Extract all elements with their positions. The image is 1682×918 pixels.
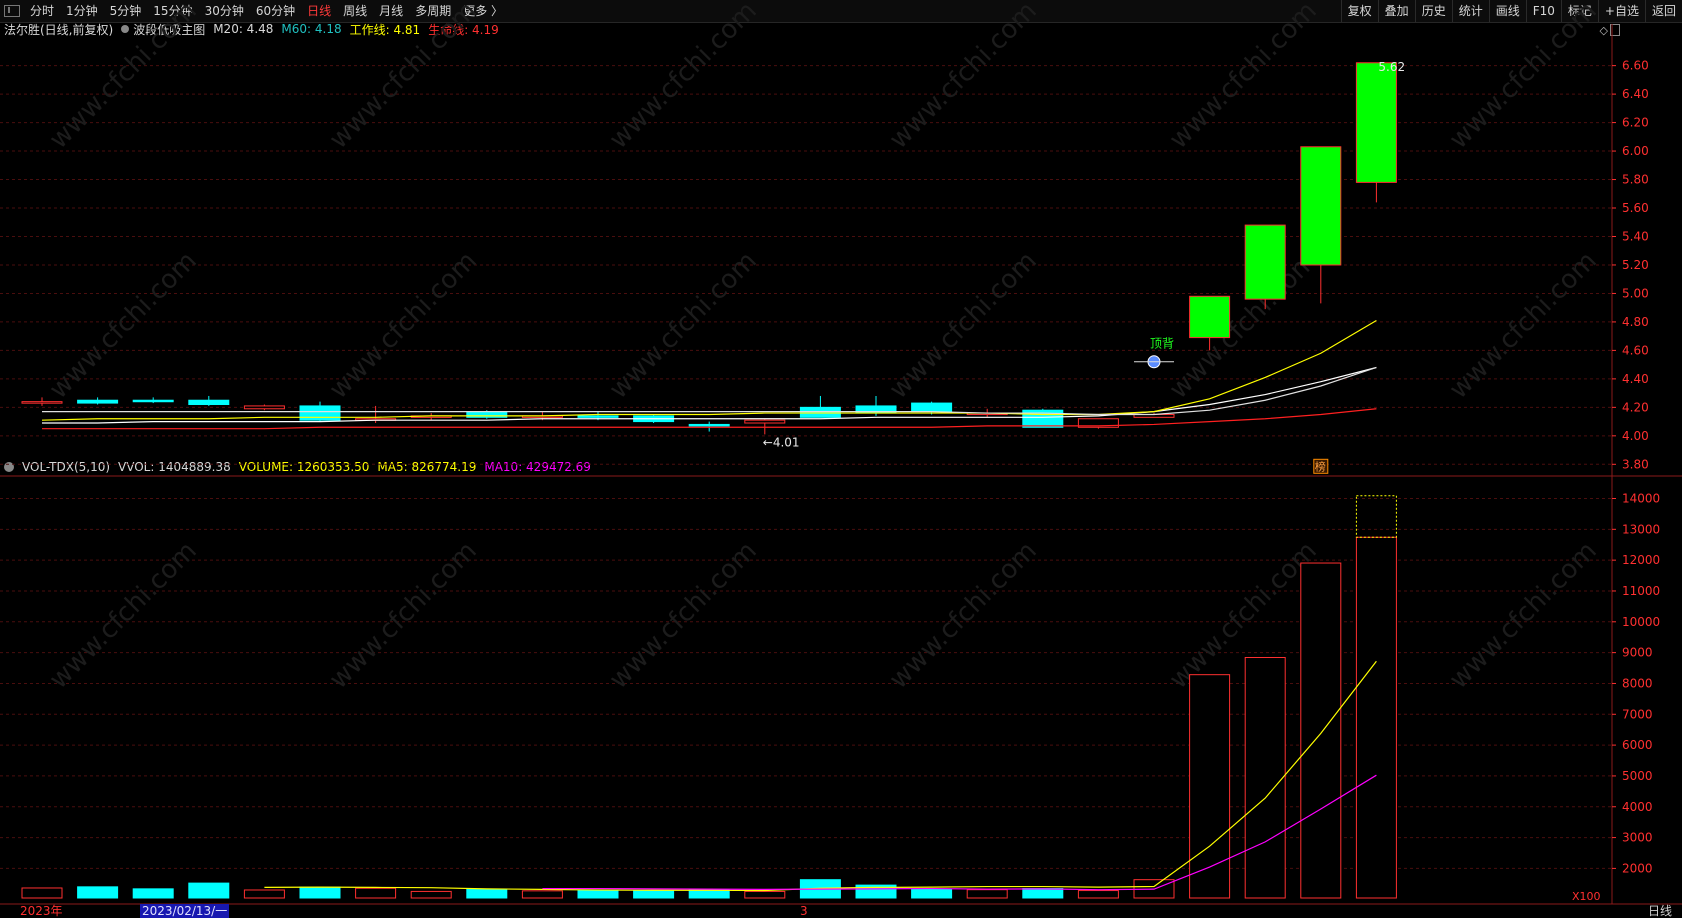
volume-bar bbox=[744, 890, 786, 899]
watermark-text: www.cfchi.com bbox=[604, 536, 763, 695]
candle-body bbox=[1300, 146, 1342, 266]
status-bar: 2023年 2023/02/13/一 3 日线 bbox=[0, 904, 1682, 918]
volume-bar bbox=[466, 888, 508, 899]
grid bbox=[0, 24, 1682, 905]
candle-body bbox=[744, 419, 786, 424]
kline-chart[interactable]: www.cfchi.com www.cfchi.com www.cfchi.com w… bbox=[0, 0, 1682, 918]
volume-tick-label: 13000 bbox=[1622, 522, 1660, 536]
volume-tick-label: 9000 bbox=[1622, 646, 1653, 660]
cursor-date: 2023/02/13/一 bbox=[140, 904, 230, 918]
vvol-projection bbox=[1355, 495, 1397, 538]
volume-bar bbox=[966, 889, 1008, 899]
candle-body bbox=[799, 406, 841, 418]
volume-bar bbox=[1189, 674, 1231, 899]
low-price-label: ←4.01 bbox=[763, 435, 800, 449]
volume-unit-label: X100 bbox=[1572, 890, 1601, 903]
volume-bar bbox=[1300, 562, 1342, 899]
volume-tick-label: 7000 bbox=[1622, 707, 1653, 721]
volume-tick-label: 11000 bbox=[1622, 584, 1660, 598]
candle-body bbox=[188, 399, 230, 406]
volume-bar bbox=[355, 887, 397, 899]
volume-bar bbox=[77, 886, 119, 899]
watermark-text: www.cfchi.com bbox=[1444, 0, 1603, 155]
volume-bar bbox=[188, 882, 230, 899]
watermark-text: www.cfchi.com bbox=[44, 246, 203, 405]
volume-bar bbox=[1244, 657, 1286, 899]
period-label[interactable]: 日线 bbox=[1648, 904, 1672, 918]
price-axis: 6.60 6.40 6.20 6.00 5.80 5.60 5.40 5.20 5.00 4.80… bbox=[1612, 59, 1660, 875]
watermark-text: www.cfchi.com bbox=[884, 0, 1043, 155]
volume-bar bbox=[243, 889, 285, 899]
watermark-text: www.cfchi.com bbox=[1164, 246, 1323, 405]
candle-body bbox=[1189, 295, 1231, 339]
watermark-text: www.cfchi.com bbox=[324, 246, 483, 405]
candle-body bbox=[911, 402, 953, 413]
month-mark: 3 bbox=[800, 904, 808, 918]
price-tick-label: 6.00 bbox=[1622, 144, 1649, 158]
volume-bar bbox=[299, 886, 341, 899]
price-tick-label: 6.40 bbox=[1622, 87, 1649, 101]
price-tick-label: 4.00 bbox=[1622, 429, 1649, 443]
price-tick-label: 4.80 bbox=[1622, 315, 1649, 329]
volume-bar bbox=[132, 888, 174, 899]
price-tick-label: 4.60 bbox=[1622, 343, 1649, 357]
volume-bar bbox=[21, 887, 63, 899]
volume-bar bbox=[410, 890, 452, 899]
volume-tick-label: 2000 bbox=[1622, 861, 1653, 875]
candle-body bbox=[243, 405, 285, 410]
volume-bar bbox=[1022, 888, 1064, 899]
volume-bar bbox=[577, 889, 619, 899]
watermark-text: www.cfchi.com bbox=[44, 0, 203, 155]
candle-body bbox=[299, 405, 341, 421]
volume-tick-label: 14000 bbox=[1622, 491, 1660, 505]
volume-tick-label: 12000 bbox=[1622, 553, 1660, 567]
volume-bar bbox=[633, 890, 675, 899]
price-tick-label: 5.40 bbox=[1622, 229, 1649, 243]
volume-bar bbox=[1355, 536, 1397, 899]
candle-body bbox=[21, 401, 63, 404]
price-tick-label: 5.20 bbox=[1622, 258, 1649, 272]
volume-tick-label: 5000 bbox=[1622, 769, 1653, 783]
volume-bar bbox=[688, 889, 730, 899]
watermark-text: www.cfchi.com bbox=[1444, 246, 1603, 405]
candle-body bbox=[688, 423, 730, 427]
candle-body bbox=[132, 399, 174, 403]
watermark-text: www.cfchi.com bbox=[324, 0, 483, 155]
price-tick-label: 6.20 bbox=[1622, 116, 1649, 130]
high-price-label: 5.62 bbox=[1378, 60, 1405, 74]
price-tick-label: 4.40 bbox=[1622, 372, 1649, 386]
candle-body bbox=[1355, 62, 1397, 183]
candle-body bbox=[577, 415, 619, 418]
watermark-text: www.cfchi.com bbox=[884, 246, 1043, 405]
volume-tick-label: 3000 bbox=[1622, 831, 1653, 845]
year-label: 2023年 bbox=[20, 904, 63, 918]
price-tick-label: 5.80 bbox=[1622, 173, 1649, 187]
watermark-text: www.cfchi.com bbox=[604, 246, 763, 405]
volume-tick-label: 10000 bbox=[1622, 615, 1660, 629]
price-tick-label: 5.60 bbox=[1622, 201, 1649, 215]
rank-marker-label: 榜 bbox=[1315, 459, 1326, 473]
volume-bar bbox=[911, 888, 953, 899]
watermark-text: www.cfchi.com bbox=[1444, 536, 1603, 695]
price-tick-label: 3.80 bbox=[1622, 457, 1649, 471]
volume-bar bbox=[1077, 890, 1119, 899]
annotations: 5.62 ←4.01 顶背 榜 X100 bbox=[763, 60, 1601, 903]
volume-tick-label: 6000 bbox=[1622, 738, 1653, 752]
signal-label: 顶背 bbox=[1150, 337, 1174, 351]
watermark-text: www.cfchi.com bbox=[604, 0, 763, 155]
price-tick-label: 5.00 bbox=[1622, 286, 1649, 300]
volume-bar bbox=[521, 890, 563, 899]
volume-tick-label: 4000 bbox=[1622, 800, 1653, 814]
candle-body bbox=[77, 399, 119, 404]
watermark-text: www.cfchi.com bbox=[1164, 0, 1323, 155]
price-tick-label: 6.60 bbox=[1622, 59, 1649, 73]
volume-tick-label: 8000 bbox=[1622, 676, 1653, 690]
price-tick-label: 4.20 bbox=[1622, 400, 1649, 414]
candle-body bbox=[1244, 224, 1286, 300]
